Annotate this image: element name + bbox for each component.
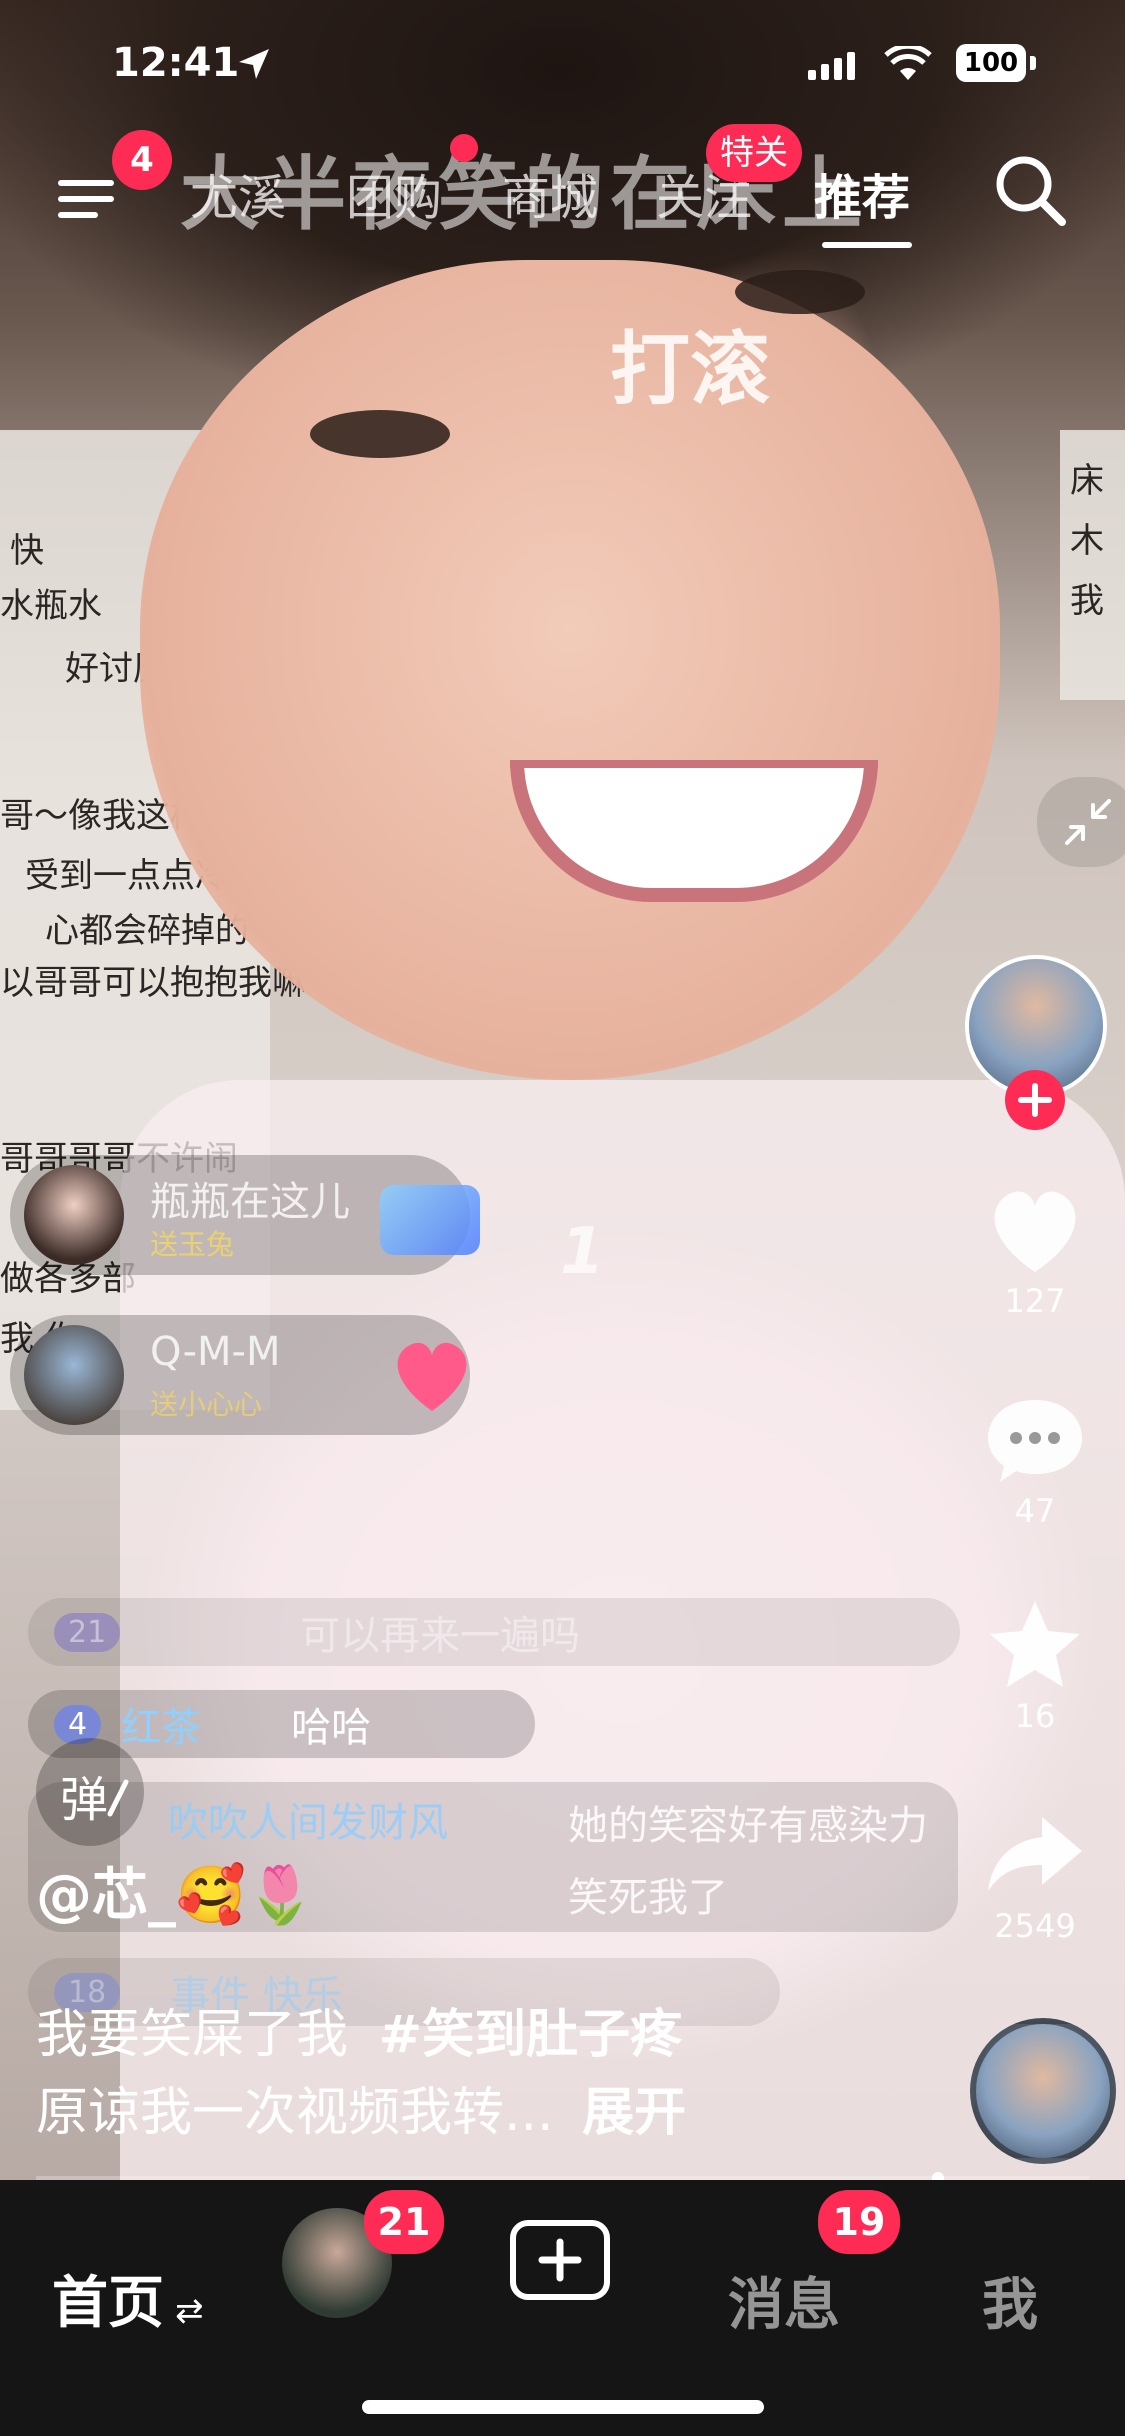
avatar [24, 1325, 124, 1425]
follow-special-badge: 特关 [706, 124, 802, 182]
like-button[interactable]: 127 [975, 1180, 1095, 1330]
video-frame-eye [310, 410, 450, 458]
plus-icon [538, 2238, 582, 2282]
follow-button[interactable] [1005, 1070, 1065, 1130]
tab-home-label: 首页 [52, 2271, 164, 2336]
danmaku-text: 哈哈 [291, 1705, 372, 1751]
tab-home[interactable]: 首页 ⇄ [52, 2258, 204, 2339]
danmaku-toggle-button[interactable]: 弹 [36, 1738, 144, 1846]
share-arrow-icon [988, 1817, 1082, 1891]
share-button[interactable]: 2549 [975, 1805, 1095, 1965]
note-text: 以哥哥可以抱抱我嘛 [0, 963, 306, 1003]
group-buy-dot [450, 134, 478, 162]
active-tab-underline [822, 242, 912, 248]
tab-recommend[interactable]: 推荐 [814, 158, 910, 228]
create-button[interactable] [510, 2220, 610, 2300]
comment-button[interactable]: 47 [975, 1390, 1095, 1540]
collapse-arrows-icon [1065, 799, 1111, 845]
avatar [24, 1165, 124, 1265]
gift-sender-name: 瓶瓶在这儿 [150, 1179, 350, 1225]
tab-mall[interactable]: 商城 [502, 158, 598, 228]
clear-screen-button[interactable] [1035, 775, 1125, 869]
live-gift-row: Q-M-M 送小心心 [10, 1315, 470, 1435]
tab-messages[interactable]: 消息 [728, 2260, 840, 2341]
gift-name: 送玉兔 [150, 1228, 235, 1261]
post-description-line2: 原谅我一次视频我转... 展开 [36, 2070, 686, 2145]
gift-name: 送小心心 [150, 1388, 263, 1421]
share-count: 2549 [994, 1907, 1076, 1945]
author-emoji: 🥰🌷 [176, 1863, 316, 1928]
post-author[interactable]: @芯_🥰🌷 [36, 1850, 315, 1931]
favorite-count: 16 [1014, 1697, 1056, 1735]
post-description: 我要笑屎了我 #笑到肚子疼 [36, 1992, 682, 2067]
danmaku-username: 红茶 [121, 1705, 202, 1751]
heart-icon [994, 1191, 1076, 1272]
messages-badge: 19 [818, 2190, 900, 2254]
live-gift-row: 瓶瓶在这儿 送玉兔 [10, 1155, 480, 1275]
favorite-button[interactable]: 16 [975, 1595, 1095, 1745]
author-name: @芯_ [36, 1863, 176, 1928]
battery-level: 100 [956, 44, 1026, 82]
comment-count: 47 [1014, 1492, 1056, 1530]
hashtag-link[interactable]: #笑到肚子疼 [379, 2005, 683, 2065]
note-text: 木 [1070, 521, 1104, 561]
video-frame-face [140, 260, 1000, 1080]
gift-image [380, 1185, 480, 1255]
tab-me[interactable]: 我 [982, 2260, 1038, 2341]
heart-gift-icon [397, 1342, 467, 1411]
switch-arrows-icon: ⇄ [175, 2291, 204, 2331]
danmaku-username: 吹吹人间发财风 [168, 1800, 448, 1846]
bottom-tab-bar: 首页 ⇄ 21 消息 19 我 [0, 2180, 1125, 2436]
plus-icon [1018, 1083, 1052, 1117]
search-button[interactable] [990, 150, 1070, 230]
note-text: 水瓶水 [0, 586, 102, 626]
danmaku-item: 21 可以再来一遍吗 [28, 1598, 960, 1666]
gift-combo-count: 1 [560, 1215, 605, 1289]
danmaku-text: 她的笑容好有感染力 笑死我了 [568, 1803, 928, 1921]
music-disc[interactable] [970, 2018, 1116, 2164]
slash-icon [107, 1779, 129, 1817]
note-text: 快 [10, 531, 44, 571]
note-text: 心都会碎掉的 [45, 911, 249, 951]
note-text: 床 [1070, 461, 1104, 501]
expand-link[interactable]: 展开 [582, 2083, 686, 2143]
home-indicator [362, 2400, 764, 2414]
location-icon [239, 49, 269, 79]
tab-group-buy[interactable]: 团购 [346, 158, 442, 228]
status-bar: 12:41 100 [0, 0, 1125, 130]
status-time: 12:41 [112, 40, 240, 86]
comment-icon [988, 1400, 1082, 1482]
star-icon [990, 1601, 1080, 1687]
wifi-icon [884, 46, 932, 80]
top-nav: 4 尤溪 团购 商城 关注 特关 推荐 [0, 124, 1125, 250]
note-text: 我 [1070, 581, 1104, 621]
search-icon [996, 156, 1066, 226]
menu-badge: 4 [112, 130, 172, 190]
menu-button[interactable] [52, 162, 122, 232]
menu-icon [58, 180, 114, 218]
level-badge: 21 [54, 1612, 121, 1652]
gift-sender-name: Q-M-M [150, 1329, 281, 1375]
battery-tip-icon [1030, 56, 1036, 70]
danmaku-toggle-label: 弹 [60, 1772, 109, 1828]
desc-text: 原谅我一次视频我转... [36, 2083, 554, 2143]
video-caption: 打滚 [610, 323, 770, 416]
tab-youxi[interactable]: 尤溪 [190, 158, 286, 228]
friends-badge: 21 [364, 2190, 444, 2254]
danmaku-text: 可以再来一遍吗 [300, 1613, 581, 1659]
like-count: 127 [1004, 1282, 1066, 1320]
desc-text: 我要笑屎了我 [36, 2005, 349, 2065]
cellular-signal-icon [808, 52, 855, 80]
